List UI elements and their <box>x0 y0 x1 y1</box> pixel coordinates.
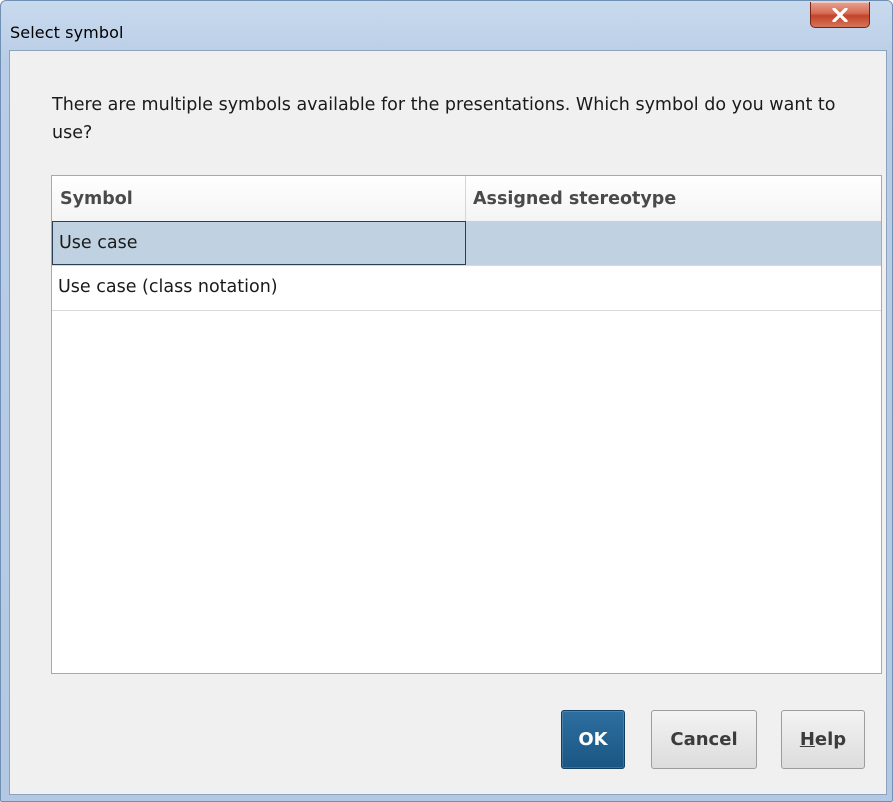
cell-assigned-stereotype <box>466 266 881 310</box>
cell-assigned-stereotype <box>466 221 881 265</box>
cell-symbol: Use case (class notation) <box>58 277 278 297</box>
title-bar[interactable]: Select symbol <box>1 1 892 42</box>
help-label-rest: elp <box>814 729 847 750</box>
symbol-table: Symbol Assigned stereotype Use case Use … <box>51 175 882 674</box>
window-title: Select symbol <box>10 23 124 42</box>
help-mnemonic: H <box>799 729 815 750</box>
help-button-label: Help <box>800 729 846 750</box>
cell-symbol: Use case <box>52 221 466 265</box>
table-row[interactable]: Use case (class notation) <box>52 266 881 311</box>
cancel-button-label: Cancel <box>670 729 738 750</box>
cancel-button[interactable]: Cancel <box>651 710 757 769</box>
table-row[interactable]: Use case <box>52 221 881 266</box>
close-button[interactable] <box>810 2 870 28</box>
dialog-window: Select symbol There are multiple symbols… <box>0 0 893 802</box>
prompt-text: There are multiple symbols available for… <box>52 95 836 143</box>
close-x-icon <box>832 7 848 22</box>
column-header-symbol[interactable]: Symbol <box>52 176 466 221</box>
help-button[interactable]: Help <box>781 710 865 769</box>
column-header-assigned-stereotype[interactable]: Assigned stereotype <box>466 176 881 221</box>
ok-button-label: OK <box>578 729 608 750</box>
ok-button[interactable]: OK <box>561 710 625 769</box>
table-header: Symbol Assigned stereotype <box>52 176 881 222</box>
